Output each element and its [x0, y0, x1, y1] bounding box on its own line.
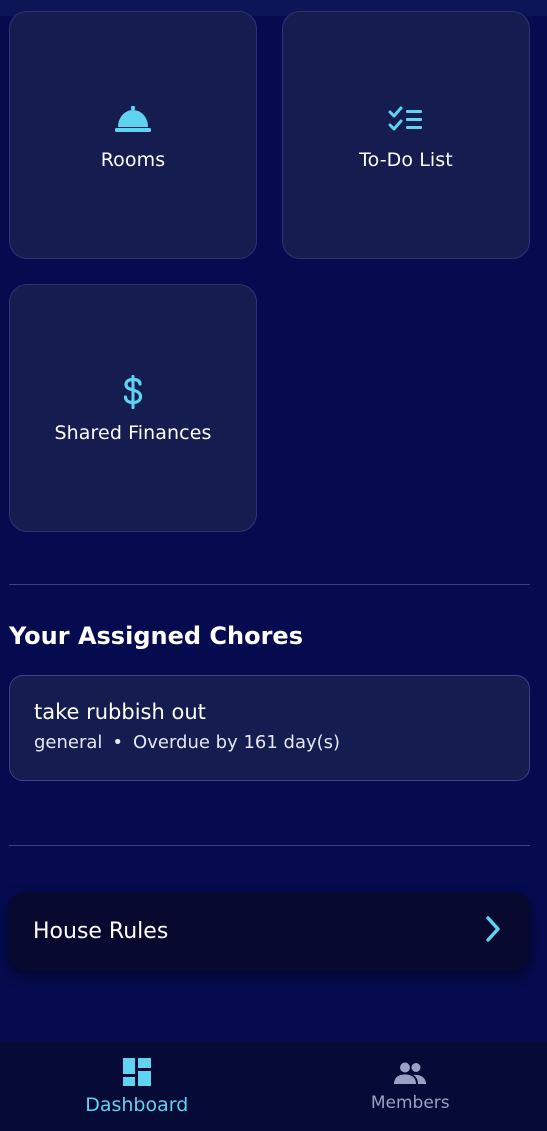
meta-separator: •: [112, 732, 124, 753]
house-rules-button[interactable]: House Rules: [9, 892, 530, 970]
section-divider: [9, 584, 530, 585]
chore-overdue-status: Overdue by 161 day(s): [133, 732, 341, 753]
dashboard-page: Rooms To-Do List Shared Finances Your As…: [0, 0, 547, 1131]
chore-category: general: [34, 732, 103, 753]
chore-name: take rubbish out: [34, 700, 206, 724]
dashboard-icon: [122, 1057, 151, 1090]
room-service-bell-icon: [113, 99, 153, 139]
house-rules-label: House Rules: [33, 918, 169, 944]
todo-list-label: To-Do List: [359, 149, 453, 171]
chore-card[interactable]: take rubbish out general • Overdue by 161 …: [9, 675, 530, 781]
checklist-icon: [386, 99, 426, 139]
nav-dashboard[interactable]: Dashboard: [0, 1042, 274, 1131]
rooms-label: Rooms: [100, 149, 166, 171]
shared-finances-label: Shared Finances: [54, 422, 212, 444]
people-icon: [393, 1061, 427, 1089]
assigned-chores-heading: Your Assigned Chores: [9, 622, 303, 650]
section-divider: [9, 845, 530, 846]
nav-members[interactable]: Members: [274, 1042, 547, 1131]
bottom-navigation: Dashboard Members: [0, 1042, 547, 1131]
dollar-icon: [113, 372, 153, 412]
nav-dashboard-label: Dashboard: [85, 1093, 189, 1116]
rooms-tile[interactable]: Rooms: [9, 11, 257, 259]
chore-meta: general • Overdue by 161 day(s): [34, 732, 505, 753]
chevron-right-icon: [484, 915, 502, 947]
shared-finances-tile[interactable]: Shared Finances: [9, 284, 257, 532]
todo-list-tile[interactable]: To-Do List: [282, 11, 530, 259]
nav-members-label: Members: [370, 1092, 450, 1113]
